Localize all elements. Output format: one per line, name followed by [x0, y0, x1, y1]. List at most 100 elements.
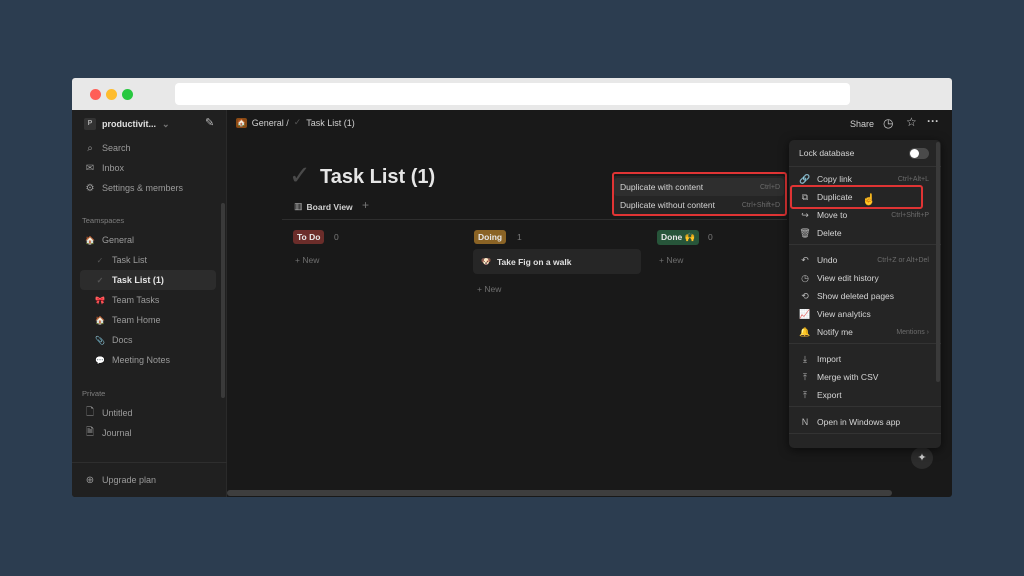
new-page-icon[interactable]: ✎ [205, 116, 214, 129]
notion-icon: N [801, 417, 809, 427]
sidebar-item[interactable]: 💬 Meeting Notes [80, 350, 216, 370]
history-clock-icon[interactable]: ◷ [883, 116, 893, 130]
bell-icon: 🔔 [799, 326, 811, 337]
menu-item-delete[interactable]: 🗑 Delete [793, 224, 933, 242]
app-window: Pproductivit... ⌄ ✎ ⌕ Search ✉ Inbox ⚙ Settings … [72, 78, 952, 497]
board-card[interactable]: 🐶 Take Fig on a walk [473, 249, 641, 274]
page-title[interactable]: Task List (1) [320, 166, 435, 189]
title-bar [72, 78, 952, 110]
menu-item-export[interactable]: ⤒ Export [793, 386, 933, 404]
share-button[interactable]: Share [850, 119, 874, 129]
view-label: Board View [306, 201, 353, 212]
star-icon[interactable]: ☆ [906, 115, 917, 129]
menu-item-notify-me[interactable]: 🔔 Notify me Mentions › [793, 323, 933, 341]
workspace-avatar: P [84, 118, 96, 130]
sidebar-item-label: Inbox [102, 163, 125, 173]
breadcrumb-task-list[interactable]: Task List (1) [306, 118, 355, 128]
paperclip-icon: 📎 [95, 335, 105, 345]
check-icon: ✓ [96, 255, 104, 265]
menu-item-view-edit-history[interactable]: ◷ View edit history [793, 269, 933, 287]
chart-icon: 📈 [799, 308, 811, 319]
sidebar-item[interactable]: ✓ Task List [80, 250, 216, 270]
menu-item-label: Show deleted pages [817, 291, 895, 301]
sidebar-scrollbar[interactable] [221, 203, 225, 398]
sidebar-item[interactable]: ✓ Task List (1) [80, 270, 216, 290]
sidebar-item-label: Meeting Notes [112, 355, 171, 365]
upgrade-plan-button[interactable]: ⊕ Upgrade plan [80, 470, 216, 490]
sidebar-item-label: Team Tasks [112, 295, 160, 305]
section-label: Teamspaces [82, 216, 125, 225]
lock-toggle[interactable] [909, 147, 929, 159]
chevron-down-icon: ⌄ [162, 118, 170, 129]
menu-scrollbar[interactable] [936, 142, 940, 382]
sidebar-item[interactable]: 🏠 Team Home [80, 310, 216, 330]
sidebar-item[interactable]: 🗋 Untitled [80, 403, 216, 423]
workspace-switcher[interactable]: Pproductivit... ⌄ [80, 114, 216, 134]
sidebar-item[interactable]: 🎀 Team Tasks [80, 290, 216, 310]
sidebar-item-settings[interactable]: ⚙ Settings & members [80, 178, 216, 198]
section-label: Private [82, 389, 106, 398]
merge-icon: ⤒ [803, 371, 807, 382]
clock-icon: ◷ [801, 272, 809, 283]
sidebar-item-inbox[interactable]: ✉ Inbox [80, 158, 216, 178]
column-tag-doing: Doing [474, 230, 507, 244]
sidebar-item[interactable]: 🏠 General [80, 230, 216, 250]
link-icon: 🔗 [799, 173, 811, 184]
menu-item-open-in-windows-app[interactable]: N Open in Windows app [793, 413, 933, 431]
sidebar: Pproductivit... ⌄ ✎ ⌕ Search ✉ Inbox ⚙ Settings … [72, 110, 227, 497]
close-button[interactable] [90, 89, 101, 100]
menu-item-undo[interactable]: ↶ Undo Ctrl+Z or Alt+Del [793, 251, 933, 269]
new-card-button[interactable]: + New [295, 255, 319, 265]
new-label: New [484, 284, 502, 294]
sidebar-item[interactable]: 🗎 Journal [80, 423, 216, 443]
maximize-button[interactable] [122, 89, 133, 100]
trash-icon: 🗑 [799, 227, 811, 238]
tab-board-view[interactable]: ▥ Board View [294, 201, 353, 212]
menu-item-shortcut: Ctrl+Alt+L [897, 175, 929, 183]
menu-item-truncated [793, 440, 933, 448]
menu-item-label: Notify me [817, 327, 853, 337]
sidebar-item-label: Task List [112, 255, 148, 265]
divider [72, 462, 227, 463]
divider [789, 406, 941, 407]
divider [282, 219, 787, 220]
house-icon: 🏠 [85, 235, 95, 245]
card-title: Take Fig on a walk [496, 256, 572, 267]
sidebar-item[interactable]: 📎 Docs [80, 330, 216, 350]
address-bar[interactable] [175, 83, 850, 105]
ai-sparkle-button[interactable]: ✦ [911, 447, 933, 469]
new-card-button[interactable]: + New [477, 284, 501, 294]
menu-item-label: Merge with CSV [817, 372, 879, 382]
dog-icon: 🐶 [481, 257, 491, 266]
import-icon: ⤓ [803, 353, 807, 364]
column-count: 1 [517, 232, 522, 242]
horizontal-scrollbar[interactable] [227, 490, 892, 496]
new-card-button[interactable]: + New [659, 255, 683, 265]
menu-item-show-deleted-pages[interactable]: ⟲ Show deleted pages [793, 287, 933, 305]
breadcrumb-general[interactable]: General / [252, 118, 289, 128]
minimize-button[interactable] [106, 89, 117, 100]
new-label: New [666, 255, 684, 265]
menu-item-import[interactable]: ⤓ Import [793, 350, 933, 368]
add-view-button[interactable]: + [362, 198, 369, 212]
divider [789, 433, 941, 434]
sidebar-item-label: Untitled [102, 408, 133, 418]
check-icon: ✓ [293, 117, 302, 127]
menu-item-label: Open in Windows app [817, 417, 901, 427]
menu-item-lock-database[interactable]: Lock database [793, 144, 933, 162]
menu-item-merge-with-csv[interactable]: ⤒ Merge with CSV [793, 368, 933, 386]
menu-item-label: View analytics [817, 309, 871, 319]
cursor-hand-icon: ☝ [862, 194, 876, 206]
more-options-icon[interactable]: ··· [927, 114, 939, 128]
inbox-icon: ✉ [85, 162, 95, 174]
home-icon: 🏠 [95, 315, 105, 325]
menu-item-label: Move to [817, 210, 848, 220]
menu-item-view-analytics[interactable]: 📈 View analytics [793, 305, 933, 323]
sidebar-item-search[interactable]: ⌕ Search [80, 138, 216, 158]
column-tag-todo: To Do [293, 230, 325, 244]
page-icon: 🗋 [85, 406, 95, 418]
menu-item-shortcut: Ctrl+Shift+P [891, 211, 929, 219]
menu-item-label: Export [817, 390, 842, 400]
gift-icon: 🎀 [95, 295, 105, 305]
check-icon: ✓ [96, 275, 104, 285]
